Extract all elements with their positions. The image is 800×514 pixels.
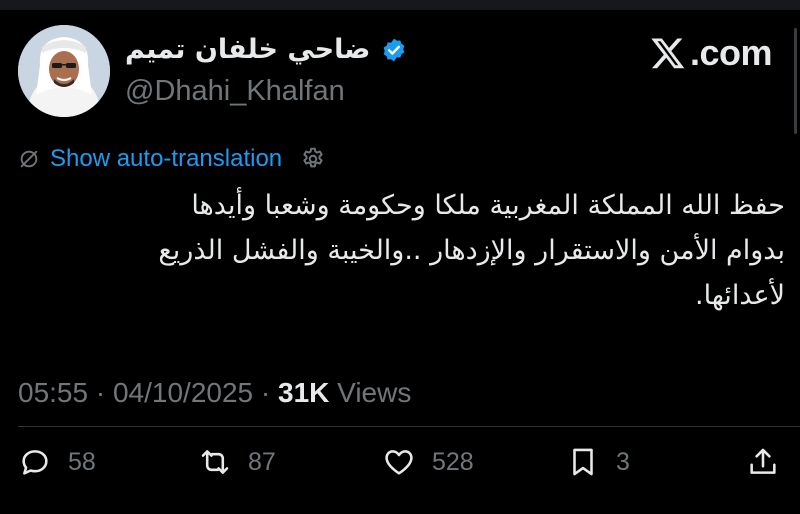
tweet-meta: 05:55 · 04/10/2025 · 31K Views (18, 373, 411, 413)
bookmark-button[interactable]: 3 (566, 440, 630, 484)
like-count: 528 (432, 447, 474, 476)
tweet-date[interactable]: 04/10/2025 (113, 377, 253, 408)
tweet-text: حفظ الله المملكة المغربية ملكا وحكومة وش… (40, 183, 785, 318)
reply-icon (22, 450, 48, 475)
x-brand: .com (650, 28, 773, 78)
bookmark-icon (573, 448, 593, 476)
share-button[interactable] (746, 440, 780, 484)
author-display-name[interactable]: ضاحي خلفان تميم (125, 30, 380, 70)
avatar[interactable] (18, 25, 110, 117)
meta-separator: · (260, 377, 271, 408)
reply-count: 58 (68, 447, 96, 476)
repost-count: 87 (248, 447, 276, 476)
tweet-time[interactable]: 05:55 (18, 377, 88, 408)
tweet-line: لأعدائها. (695, 280, 785, 311)
bookmark-count: 3 (616, 447, 630, 476)
repost-button[interactable]: 87 (198, 440, 276, 484)
translation-row: Show auto-translation (18, 142, 326, 176)
author-handle[interactable]: @Dhahi_Khalfan (125, 73, 345, 109)
tweet-line: بدوام الأمن والاستقرار والإزدهار ..والخي… (158, 235, 785, 266)
verified-badge-icon (383, 38, 405, 62)
meta-separator: · (95, 377, 106, 408)
views-label: Views (337, 377, 412, 408)
scrollbar[interactable] (794, 28, 797, 134)
heart-icon (385, 450, 413, 475)
divider (18, 426, 800, 427)
reply-button[interactable]: 58 (18, 440, 96, 484)
translate-globe-off-icon (20, 150, 38, 168)
repost-icon (201, 450, 229, 474)
brand-domain-text: .com (690, 32, 773, 73)
tweet-line: حفظ الله المملكة المغربية ملكا وحكومة وش… (191, 190, 785, 221)
top-strip (0, 0, 800, 10)
translation-settings-gear-icon[interactable] (300, 146, 326, 172)
share-icon (750, 448, 776, 474)
show-translation-link[interactable]: Show auto-translation (50, 145, 282, 173)
x-logo-icon (651, 38, 685, 69)
like-button[interactable]: 528 (382, 440, 474, 484)
views-count: 31K (278, 377, 330, 408)
